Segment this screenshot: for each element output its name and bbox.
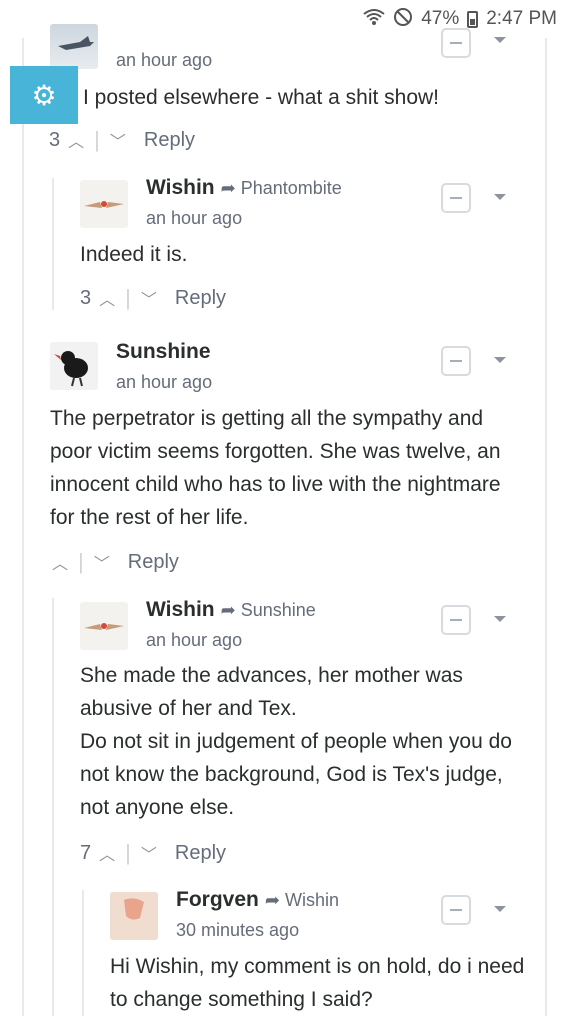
reply-button[interactable]: Reply xyxy=(144,129,195,152)
avatar[interactable] xyxy=(80,602,128,650)
upvote-icon[interactable]: ︿ xyxy=(68,128,84,152)
nest-line xyxy=(52,178,54,310)
comment-body: The perpetrator is getting all the sympa… xyxy=(50,407,501,529)
comment-body: She made the advances, her mother was ab… xyxy=(80,664,512,819)
comment-footer: 7 ︿ | ﹀ Reply xyxy=(80,840,226,866)
upvote-icon[interactable]: ︿ xyxy=(99,286,115,310)
comment-author[interactable]: Wishin ➦ Phantombite xyxy=(146,176,342,200)
comment-footer: 3 ︿ | ﹀ Reply xyxy=(80,285,226,311)
divider: | xyxy=(94,127,100,152)
downvote-icon[interactable]: ﹀ xyxy=(141,286,157,310)
comment-body: Indeed it is. xyxy=(80,243,188,266)
avatar[interactable] xyxy=(110,892,158,940)
nest-line xyxy=(82,890,84,1016)
reply-button[interactable]: Reply xyxy=(128,551,179,574)
chevron-down-icon[interactable] xyxy=(494,194,506,200)
comment-footer: ︿ | ﹀ Reply xyxy=(52,549,179,575)
reply-to[interactable]: ➦ Wishin xyxy=(265,890,339,910)
collapse-button[interactable] xyxy=(441,895,471,925)
chevron-down-icon[interactable] xyxy=(494,37,506,43)
downvote-icon[interactable]: ﹀ xyxy=(94,550,110,574)
settings-button[interactable]: ⚙ xyxy=(10,66,78,124)
reply-to[interactable]: ➦ Sunshine xyxy=(221,600,316,620)
comment-author[interactable]: Wishin ➦ Sunshine xyxy=(146,598,316,622)
comment-time[interactable]: an hour ago xyxy=(146,630,242,651)
avatar[interactable] xyxy=(50,24,98,69)
reply-arrow-icon: ➦ xyxy=(264,890,280,910)
divider: | xyxy=(78,549,84,574)
gear-icon: ⚙ xyxy=(31,79,57,111)
comment-author[interactable]: Forgven ➦ Wishin xyxy=(176,888,339,912)
upvote-icon[interactable]: ︿ xyxy=(52,550,68,574)
collapse-button[interactable] xyxy=(441,183,471,213)
downvote-icon[interactable]: ﹀ xyxy=(110,128,126,152)
collapse-button[interactable] xyxy=(441,28,471,58)
avatar[interactable] xyxy=(50,342,98,390)
vote-count: 3 xyxy=(80,286,92,309)
collapse-button[interactable] xyxy=(441,605,471,635)
comment-time[interactable]: an hour ago xyxy=(146,208,242,229)
thread-line xyxy=(22,38,24,1016)
reply-arrow-icon: ➦ xyxy=(220,178,236,198)
reply-to[interactable]: ➦ Phantombite xyxy=(221,178,342,198)
vote-count: 7 xyxy=(80,841,92,864)
vote-count: 3 xyxy=(49,128,61,151)
comment-body: Hi Wishin, my comment is on hold, do i n… xyxy=(110,955,525,1011)
divider: | xyxy=(125,285,131,310)
comment-body: I posted elsewhere - what a shit show! xyxy=(83,86,440,109)
comment-footer: 3 ︿ | ﹀ Reply xyxy=(49,127,195,153)
divider: | xyxy=(125,840,131,865)
comment-thread: an hour ago I posted elsewhere - what a … xyxy=(0,0,571,1016)
upvote-icon[interactable]: ︿ xyxy=(99,841,115,865)
collapse-button[interactable] xyxy=(441,346,471,376)
comment-time[interactable]: an hour ago xyxy=(116,372,212,393)
chevron-down-icon[interactable] xyxy=(494,616,506,622)
comment-time[interactable]: 30 minutes ago xyxy=(176,920,299,941)
thread-border xyxy=(545,38,547,1016)
nest-line xyxy=(52,598,54,1016)
reply-arrow-icon: ➦ xyxy=(220,600,236,620)
comment-time[interactable]: an hour ago xyxy=(116,50,212,71)
downvote-icon[interactable]: ﹀ xyxy=(141,841,157,865)
chevron-down-icon[interactable] xyxy=(494,357,506,363)
chevron-down-icon[interactable] xyxy=(494,906,506,912)
reply-button[interactable]: Reply xyxy=(175,842,226,865)
comment-author[interactable]: Sunshine xyxy=(116,340,211,364)
avatar[interactable] xyxy=(80,180,128,228)
reply-button[interactable]: Reply xyxy=(175,287,226,310)
